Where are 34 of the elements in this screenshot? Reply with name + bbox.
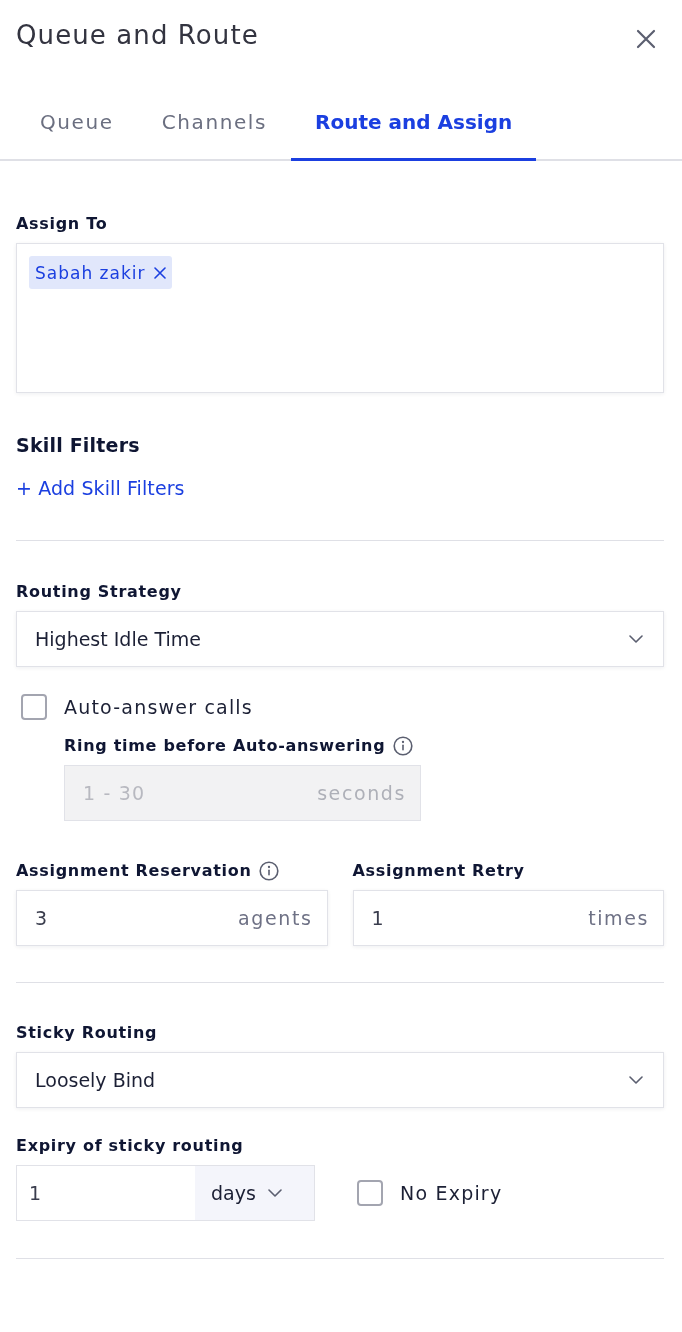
field-label: Assign To — [16, 214, 108, 234]
info-icon[interactable] — [259, 861, 280, 881]
field-label: Sticky Routing — [16, 1023, 158, 1043]
checkbox-label: Auto-answer calls — [64, 696, 253, 718]
field-label: Assignment Retry — [352, 861, 525, 881]
checkbox[interactable] — [21, 694, 47, 720]
number-input[interactable]: 1 — [371, 907, 579, 929]
chevron-down-icon — [629, 635, 643, 643]
field-label: Routing Strategy — [16, 582, 182, 602]
unit-label: agents — [238, 907, 313, 929]
sticky-routing-dropdown[interactable]: Loosely Bind — [16, 1052, 664, 1108]
tab[interactable]: Channels — [137, 86, 292, 161]
tab[interactable]: Route and Assign — [291, 86, 537, 161]
number-field[interactable]: 1 times — [352, 890, 664, 946]
close-icon[interactable] — [153, 266, 166, 279]
add-skill-filters-link[interactable]: + Add Skill Filters — [16, 476, 185, 500]
unit-label: times — [588, 907, 649, 929]
chevron-down-icon — [629, 1076, 643, 1084]
dialog-title: Queue and Route — [16, 20, 259, 50]
field-label: Ring time before Auto-answering — [64, 736, 386, 756]
section-title: Skill Filters — [16, 433, 141, 457]
number-field[interactable]: 3 agents — [16, 890, 328, 946]
routing-strategy-dropdown[interactable]: Highest Idle Time — [16, 611, 664, 667]
field-label: Assignment Reservation — [16, 861, 252, 881]
chip-label: Sabah zakir — [35, 262, 146, 283]
close-icon[interactable] — [636, 29, 656, 49]
assignee-chip[interactable]: Sabah zakir — [29, 256, 172, 289]
checkbox-label: No Expiry — [400, 1182, 503, 1204]
checkbox[interactable] — [357, 1180, 383, 1206]
number-input[interactable]: 3 — [35, 907, 229, 929]
field-label: Expiry of sticky routing — [16, 1136, 244, 1156]
unit-label: seconds — [317, 782, 406, 804]
assignee-input-field[interactable]: Sabah zakir — [16, 243, 664, 393]
tab[interactable]: Queue — [16, 86, 138, 161]
